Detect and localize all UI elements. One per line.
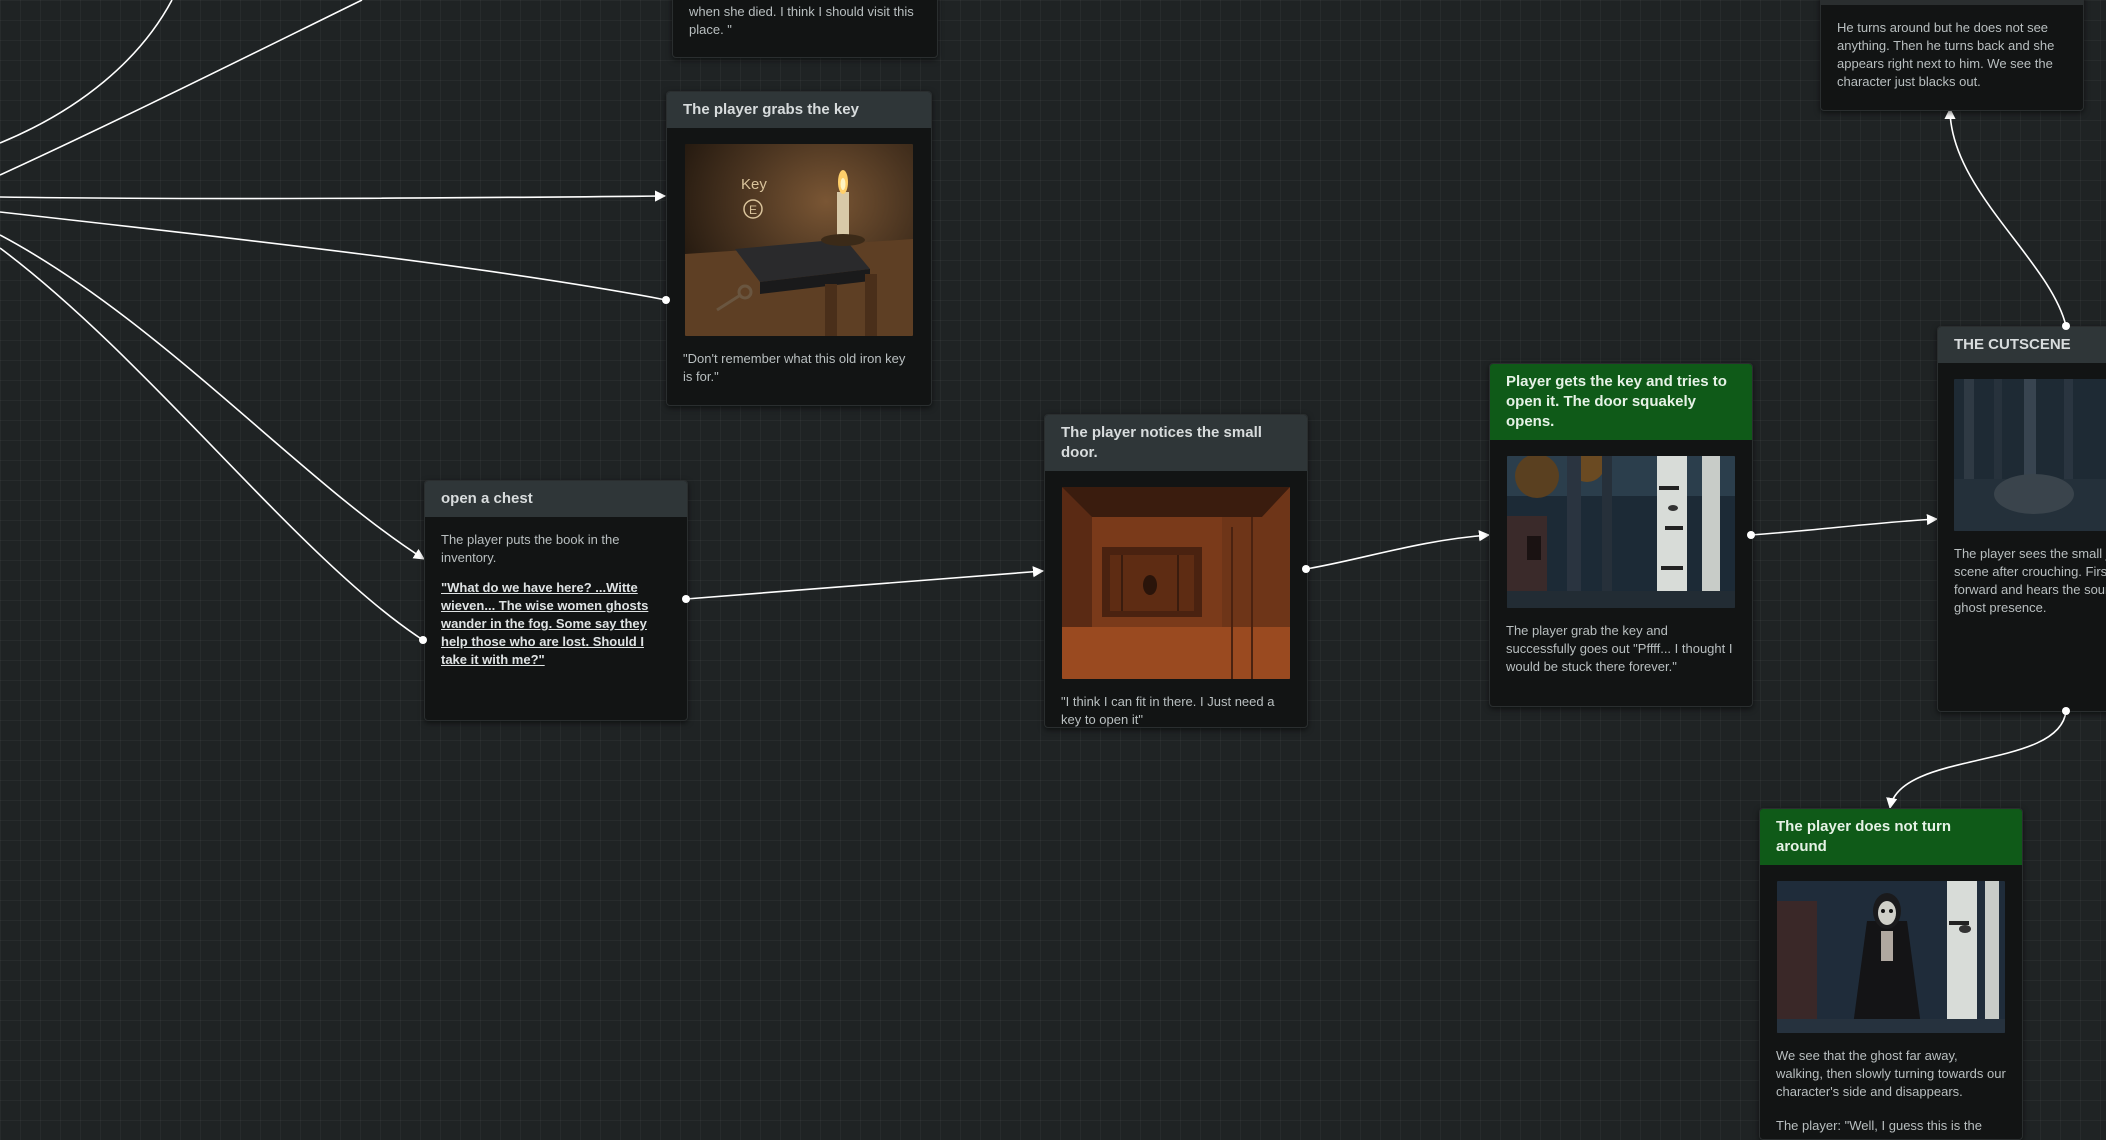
node-text: "Don't remember what this old iron key i… — [683, 351, 906, 384]
edge-cutscene-to-notturn — [1886, 710, 2067, 810]
node-title: The player grabs the key — [667, 92, 931, 128]
node-title: open a chest — [425, 481, 687, 517]
edge-chest-to-door — [685, 566, 1045, 600]
output-port[interactable] — [662, 296, 670, 304]
node-text-2: The player: "Well, I guess this is the — [1776, 1118, 1982, 1133]
node-text: He turns around but he does not see anyt… — [1837, 20, 2055, 89]
dialogue-node-turns-around[interactable]: He turns around but he does not see anyt… — [1820, 0, 2084, 111]
node-title: The player does not turn around — [1760, 809, 2022, 865]
small-door-image — [1062, 487, 1290, 679]
key-prompt-label: Key — [741, 176, 767, 193]
output-port[interactable] — [1747, 531, 1755, 539]
edge-from-open-chest — [0, 247, 424, 641]
output-port[interactable] — [2062, 707, 2070, 715]
edge-to-grabs-key — [0, 190, 667, 202]
output-port[interactable] — [682, 595, 690, 603]
node-quote: "What do we have here? ...Witte wieven..… — [441, 580, 649, 667]
node-text: We see that the ghost far away, walking,… — [1776, 1048, 2006, 1099]
dialogue-node-open-chest[interactable]: open a chest The player puts the book in… — [424, 480, 688, 721]
edge-opens-to-cutscene — [1750, 513, 1939, 536]
dialogue-node-small-door[interactable]: The player notices the small door. "I th… — [1044, 414, 1308, 728]
edge-from-grabs-key — [0, 211, 667, 301]
output-port[interactable] — [2062, 322, 2070, 330]
dialogue-node-not-turn[interactable]: The player does not turn around We see t… — [1759, 808, 2023, 1140]
edge-cutscene-to-turns — [1944, 107, 2067, 327]
edge-offscreen-2 — [0, 0, 363, 176]
candle-book-key-image: Key E — [685, 144, 913, 336]
output-port[interactable] — [1302, 565, 1310, 573]
node-text: The player puts the book in the inventor… — [441, 532, 620, 565]
node-text: when she died. I think I should visit th… — [689, 4, 914, 37]
dialogue-node-visit[interactable]: when she died. I think I should visit th… — [672, 0, 938, 58]
key-prompt-button: E — [749, 203, 757, 217]
input-port[interactable] — [419, 636, 427, 644]
dialogue-node-cutscene[interactable]: THE CUTSCENE The player sees the small j… — [1937, 326, 2106, 712]
node-text: The player grab the key and successfully… — [1506, 623, 1733, 674]
edge-door-to-opens — [1305, 530, 1491, 570]
node-title: The player notices the small door. — [1045, 415, 1307, 471]
ghost-woman-image — [1777, 881, 2005, 1033]
dark-forest-image — [1507, 456, 1735, 608]
node-text: "I think I can fit in there. I Just need… — [1061, 694, 1275, 727]
node-title: THE CUTSCENE — [1938, 327, 2106, 363]
edge-offscreen-1 — [0, 0, 173, 144]
dialogue-node-grabs-key[interactable]: The player grabs the key Key E "Don't re… — [666, 91, 932, 406]
edge-to-open-chest — [0, 234, 425, 560]
node-title: Player gets the key and tries to open it… — [1490, 364, 1752, 440]
dialogue-node-door-opens[interactable]: Player gets the key and tries to open it… — [1489, 363, 1753, 707]
node-text: The player sees the small j scene after … — [1954, 546, 2106, 615]
forest-clearing-image — [1954, 379, 2106, 531]
